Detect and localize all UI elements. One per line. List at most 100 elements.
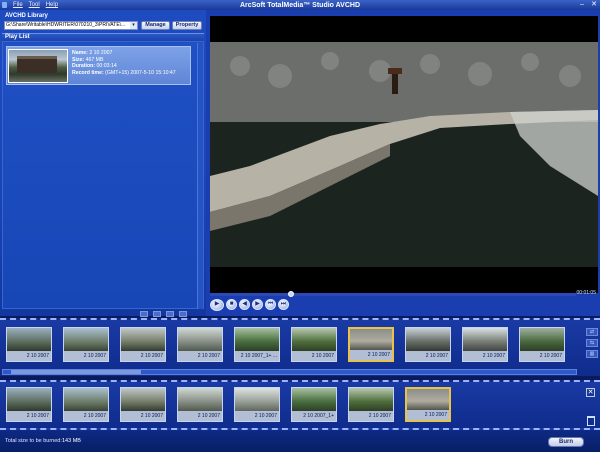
size-value: 467 MB (85, 56, 104, 63)
close-icon[interactable]: ✕ (586, 388, 595, 397)
clip-caption: 2 10 2007 (520, 351, 564, 361)
property-button[interactable]: Property (172, 21, 202, 30)
duration-label: Duration: (72, 63, 96, 70)
burn-thumb[interactable]: 2 10 2007 (348, 387, 394, 422)
burn-button[interactable]: Burn (548, 437, 584, 447)
clip-thumb-selected[interactable]: 2 10 2007 (348, 327, 394, 362)
playlist-item[interactable]: Name: 2 10 2007 Size: 467 MB Duration: 0… (6, 46, 191, 85)
clip-thumb[interactable]: 2 10 2007 (63, 327, 109, 362)
burn-caption: 2 10 2007 (235, 411, 279, 421)
title-bar: File Tool Help ArcSoft TotalMedia™ Studi… (0, 0, 600, 10)
clip-strip-tools: ⇄ ⇆ ▥ (586, 328, 598, 358)
name-label: Name: (72, 50, 88, 56)
seek-bar[interactable] (210, 291, 576, 297)
import-icon[interactable] (140, 311, 148, 317)
burn-thumb-selected[interactable]: 2 10 2007 (405, 387, 451, 422)
burn-caption: 2 10 2007 (7, 411, 51, 421)
record-time-label: Record time: (72, 69, 104, 76)
scrollbar-thumb[interactable] (11, 370, 141, 374)
menu-bar: File Tool Help (7, 2, 58, 8)
clip-thumb[interactable]: 2 10 2007 (177, 327, 223, 362)
clip-caption: 2 10 2007 (7, 351, 51, 361)
menu-help[interactable]: Help (46, 2, 58, 8)
playlist-scrollbar[interactable] (197, 43, 203, 309)
play-button[interactable]: ▶ (210, 299, 224, 311)
clip-thumb[interactable]: 2 10 2007 (6, 327, 52, 362)
clip-caption: 2 10 2007 (292, 351, 336, 361)
stop-button[interactable]: ■ (226, 299, 237, 310)
clip-thumb[interactable]: 2 10 2007 (462, 327, 508, 362)
burn-thumb[interactable]: 2 10 2007_1+ (291, 387, 337, 422)
split-icon[interactable]: ⇄ (586, 328, 598, 336)
total-size-value: 143 MB (62, 438, 81, 444)
playlist-item-info: Name: 2 10 2007 Size: 467 MB Duration: 0… (72, 50, 176, 76)
menu-file[interactable]: File (13, 2, 23, 8)
burn-strip: 2 10 2007 2 10 2007 2 10 2007 2 10 2007 … (0, 380, 600, 430)
status-bar: Total size to be burned: 143 MB Burn (0, 430, 600, 452)
preview-panel: 00:01:05 ▶ ■ ◀ ▶ ⏮ ⏭ (206, 10, 600, 316)
burn-thumb[interactable]: 2 10 2007 (6, 387, 52, 422)
burn-thumb[interactable]: 2 10 2007 (63, 387, 109, 422)
burn-strip-thumbs: 2 10 2007 2 10 2007 2 10 2007 2 10 2007 … (6, 387, 451, 422)
burn-thumb[interactable]: 2 10 2007 (177, 387, 223, 422)
record-time-value: (GMT+15) 2007-5-10 15:10:47 (105, 69, 176, 76)
next-button[interactable]: ▶ (252, 299, 263, 310)
burn-thumb[interactable]: 2 10 2007 (234, 387, 280, 422)
playback-controls: ▶ ■ ◀ ▶ ⏮ ⏭ (210, 299, 289, 311)
clip-caption: 2 10 2007 (121, 351, 165, 361)
playlist-header: Play List (2, 33, 204, 41)
duration-value: 00:03:14 (96, 63, 117, 70)
clip-strip-thumbs: 2 10 2007 2 10 2007 2 10 2007 2 10 2007 … (6, 327, 565, 362)
burn-caption: 2 10 2007 (178, 411, 222, 421)
trash-icon[interactable] (587, 416, 595, 426)
name-value: 2 10 2007 (89, 50, 113, 56)
clip-caption: 2 10 2007 (406, 351, 450, 361)
library-path-select[interactable]: G:\Share\Writable\HDWRITER\070210_3\PRIV… (4, 21, 138, 30)
minimize-icon[interactable]: – (578, 1, 586, 9)
burn-caption: 2 10 2007 (407, 410, 449, 420)
playlist-item-thumbnail (8, 49, 68, 83)
previous-button[interactable]: ◀ (239, 299, 250, 310)
manage-button[interactable]: Manage (141, 21, 170, 30)
clip-strip-scrollbar[interactable] (2, 369, 577, 375)
window-title: ArcSoft TotalMedia™ Studio AVCHD (239, 1, 361, 9)
clip-caption: 2 10 2007 (350, 350, 392, 360)
skip-back-button[interactable]: ⏮ (265, 299, 276, 310)
burn-caption: 2 10 2007_1+ (292, 411, 336, 421)
clip-thumb[interactable]: 2 10 2007_1+ ... (234, 327, 280, 362)
copy-icon[interactable] (153, 311, 161, 317)
total-size-label: Total size to be burned: (5, 438, 62, 444)
seek-handle[interactable] (287, 291, 294, 297)
delete-icon[interactable]: ▥ (586, 350, 598, 358)
clip-caption: 2 10 2007 (178, 351, 222, 361)
burn-caption: 2 10 2007 (349, 411, 393, 421)
delete-icon[interactable] (179, 311, 187, 317)
window-controls: – ✕ (578, 1, 598, 9)
clip-thumb[interactable]: 2 10 2007 (519, 327, 565, 362)
burn-thumb[interactable]: 2 10 2007 (120, 387, 166, 422)
library-path-value: G:\Share\Writable\HDWRITER\070210_3\PRIV… (6, 22, 126, 28)
clip-caption: 2 10 2007_1+ ... (235, 351, 279, 361)
clip-thumb[interactable]: 2 10 2007 (120, 327, 166, 362)
clip-caption: 2 10 2007 (463, 351, 507, 361)
edit-icon[interactable] (166, 311, 174, 317)
panel-tools (140, 311, 187, 317)
merge-icon[interactable]: ⇆ (586, 339, 598, 347)
playlist: Name: 2 10 2007 Size: 467 MB Duration: 0… (2, 41, 204, 309)
burn-caption: 2 10 2007 (64, 411, 108, 421)
library-panel: AVCHD Library G:\Share\Writable\HDWRITER… (0, 10, 206, 317)
menu-tool[interactable]: Tool (29, 2, 40, 8)
skip-forward-button[interactable]: ⏭ (278, 299, 289, 310)
video-preview[interactable] (210, 16, 598, 293)
clip-strip: 2 10 2007 2 10 2007 2 10 2007 2 10 2007 … (0, 318, 600, 376)
close-icon[interactable]: ✕ (590, 1, 598, 9)
video-frame (210, 16, 598, 293)
size-label: Size: (72, 56, 85, 63)
clip-thumb[interactable]: 2 10 2007 (405, 327, 451, 362)
clip-thumb[interactable]: 2 10 2007 (291, 327, 337, 362)
burn-caption: 2 10 2007 (121, 411, 165, 421)
timecode: 00:01:05 (576, 290, 596, 296)
clip-caption: 2 10 2007 (64, 351, 108, 361)
chevron-down-icon[interactable]: ▾ (130, 22, 137, 29)
library-label: AVCHD Library (5, 13, 48, 19)
